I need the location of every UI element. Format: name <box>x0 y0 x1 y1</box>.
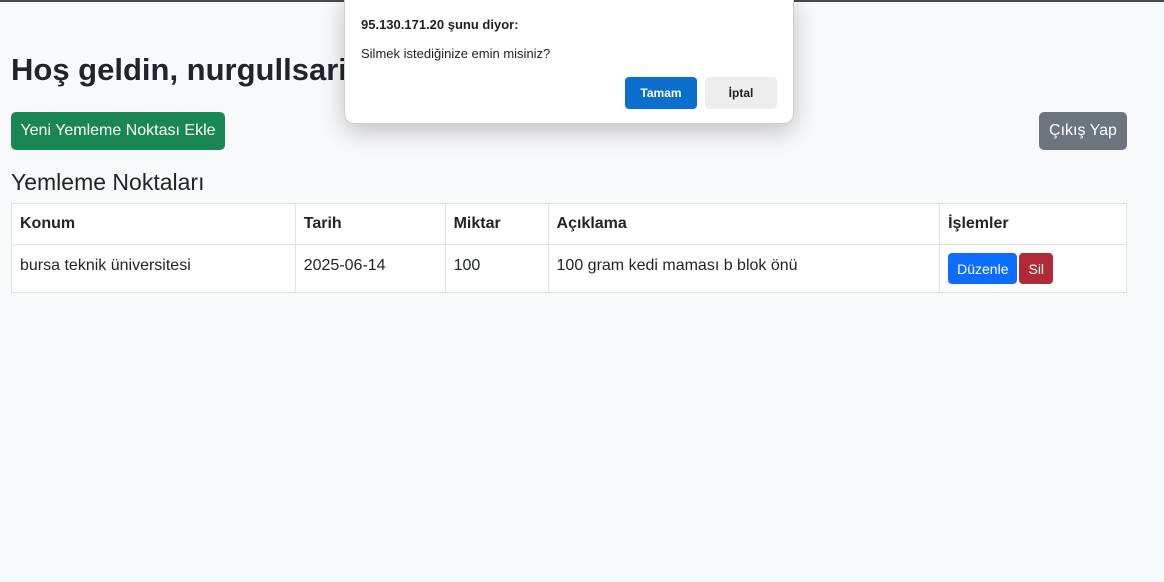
delete-button[interactable]: Sil <box>1019 253 1054 284</box>
add-feeding-point-button[interactable]: Yeni Yemleme Noktası Ekle <box>11 112 225 150</box>
cell-konum: bursa teknik üniversitesi <box>11 244 296 293</box>
table-row: bursa teknik üniversitesi 2025-06-14 100… <box>11 244 1127 293</box>
dialog-message: Silmek istediğinize emin misiniz? <box>361 46 551 61</box>
column-header-aciklama: Açıklama <box>547 203 941 245</box>
table-header-row: Konum Tarih Miktar Açıklama İşlemler <box>11 203 1127 245</box>
column-header-miktar: Miktar <box>444 203 549 245</box>
confirm-dialog: 95.130.171.20 şunu diyor: Silmek istediğ… <box>344 0 794 124</box>
logout-button[interactable]: Çıkış Yap <box>1039 112 1127 150</box>
cell-aciklama: 100 gram kedi maması b blok önü <box>547 244 941 293</box>
column-header-tarih: Tarih <box>294 203 446 245</box>
dialog-cancel-button[interactable]: İptal <box>705 77 777 109</box>
dialog-title: 95.130.171.20 şunu diyor: <box>361 17 519 32</box>
feeding-points-table: Konum Tarih Miktar Açıklama İşlemler bur… <box>11 203 1127 293</box>
welcome-heading: Hoş geldin, nurgullsarit <box>11 52 358 87</box>
column-header-konum: Konum <box>11 203 296 245</box>
edit-button[interactable]: Düzenle <box>948 253 1018 284</box>
cell-miktar: 100 <box>444 244 549 293</box>
column-header-islemler: İşlemler <box>939 203 1127 245</box>
cell-actions: Düzenle Sil <box>939 244 1127 293</box>
dialog-ok-button[interactable]: Tamam <box>625 77 697 109</box>
section-title: Yemleme Noktaları <box>11 169 205 195</box>
cell-tarih: 2025-06-14 <box>294 244 446 293</box>
